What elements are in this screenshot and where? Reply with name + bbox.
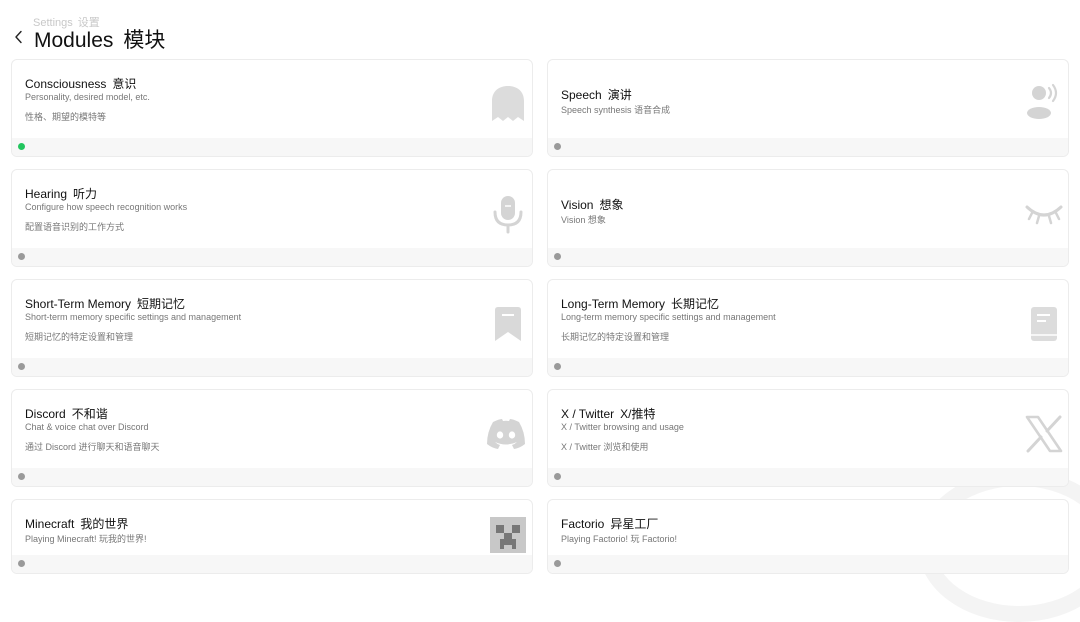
notebook-icon xyxy=(1024,304,1064,344)
module-footer xyxy=(12,358,532,376)
status-dot xyxy=(18,253,25,260)
discord-icon xyxy=(484,414,528,454)
module-footer xyxy=(548,555,1068,573)
module-desc-zh: 长期记忆的特定设置和管理 xyxy=(561,332,670,342)
module-desc-zh: 通过 Discord 进行聊天和语音聊天 xyxy=(25,442,160,452)
closed-eye-icon xyxy=(1024,194,1064,234)
module-card-factorio[interactable]: Factorio 异星工厂 Playing Factorio! 玩 Factori… xyxy=(547,499,1069,574)
bookmark-icon xyxy=(488,304,528,344)
module-footer xyxy=(548,468,1068,486)
status-dot xyxy=(554,143,561,150)
module-desc-en: Long-term memory specific settings and m… xyxy=(561,312,776,322)
module-desc-zh: X / Twitter 浏览和使用 xyxy=(561,442,649,452)
module-title: Minecraft 我的世界 xyxy=(25,517,129,531)
speaking-person-icon xyxy=(1024,80,1064,120)
module-footer xyxy=(548,138,1068,156)
module-desc-en: Personality, desired model, etc. xyxy=(25,92,150,102)
module-desc-en: X / Twitter browsing and usage xyxy=(561,422,684,432)
module-footer xyxy=(12,555,532,573)
module-desc-zh: 性格、期望的模特等 xyxy=(25,112,107,122)
module-desc-zh: 配置语音识别的工作方式 xyxy=(25,222,125,232)
module-desc-zh: 短期记忆的特定设置和管理 xyxy=(25,332,134,342)
status-dot xyxy=(18,473,25,480)
creeper-icon xyxy=(488,515,528,555)
ghost-icon xyxy=(488,84,528,124)
status-dot xyxy=(18,560,25,567)
status-dot xyxy=(554,253,561,260)
module-desc: Speech synthesis 语音合成 xyxy=(561,105,671,115)
module-title: X / Twitter X/推特 xyxy=(561,407,656,421)
module-desc-en: Short-term memory specific settings and … xyxy=(25,312,242,322)
status-dot xyxy=(18,363,25,370)
module-desc: Playing Minecraft! 玩我的世界! xyxy=(25,534,147,544)
module-title: Speech 演讲 xyxy=(561,88,632,102)
module-title: Hearing 听力 xyxy=(25,187,98,201)
module-title: Discord 不和谐 xyxy=(25,407,108,421)
status-dot xyxy=(554,560,561,567)
status-dot xyxy=(554,363,561,370)
status-dot-active xyxy=(18,143,25,150)
x-logo-icon xyxy=(1024,414,1064,454)
module-footer xyxy=(12,468,532,486)
module-title: Factorio 异星工厂 xyxy=(561,517,659,531)
module-footer xyxy=(548,248,1068,266)
module-card-minecraft[interactable]: Minecraft 我的世界 Playing Minecraft! 玩我的世界! xyxy=(11,499,533,574)
module-desc: Playing Factorio! 玩 Factorio! xyxy=(561,534,678,544)
module-desc: Vision 想象 xyxy=(561,215,606,225)
module-title: Vision 想象 xyxy=(561,198,624,212)
module-card-speech[interactable]: Speech 演讲 Speech synthesis 语音合成 xyxy=(547,59,1069,157)
module-footer xyxy=(12,138,532,156)
module-card-short-term-memory[interactable]: Short-Term Memory 短期记忆 Short-term memory … xyxy=(11,279,533,377)
modules-grid: Consciousness 意识 Personality, desired mod… xyxy=(0,0,1080,574)
module-card-hearing[interactable]: Hearing 听力 Configure how speech recogniti… xyxy=(11,169,533,267)
module-desc-en: Configure how speech recognition works xyxy=(25,202,188,212)
module-card-x-twitter[interactable]: X / Twitter X/推特 X / Twitter browsing and… xyxy=(547,389,1069,487)
module-card-long-term-memory[interactable]: Long-Term Memory 长期记忆 Long-term memory sp… xyxy=(547,279,1069,377)
module-card-vision[interactable]: Vision 想象 Vision 想象 xyxy=(547,169,1069,267)
module-title: Short-Term Memory 短期记忆 xyxy=(25,297,186,311)
module-desc-en: Chat & voice chat over Discord xyxy=(25,422,149,432)
microphone-icon xyxy=(488,194,528,234)
status-dot xyxy=(554,473,561,480)
module-footer xyxy=(548,358,1068,376)
module-card-discord[interactable]: Discord 不和谐 Chat & voice chat over Discor… xyxy=(11,389,533,487)
module-title: Consciousness 意识 xyxy=(25,77,137,91)
module-card-consciousness[interactable]: Consciousness 意识 Personality, desired mod… xyxy=(11,59,533,157)
module-footer xyxy=(12,248,532,266)
module-title: Long-Term Memory 长期记忆 xyxy=(561,297,720,311)
